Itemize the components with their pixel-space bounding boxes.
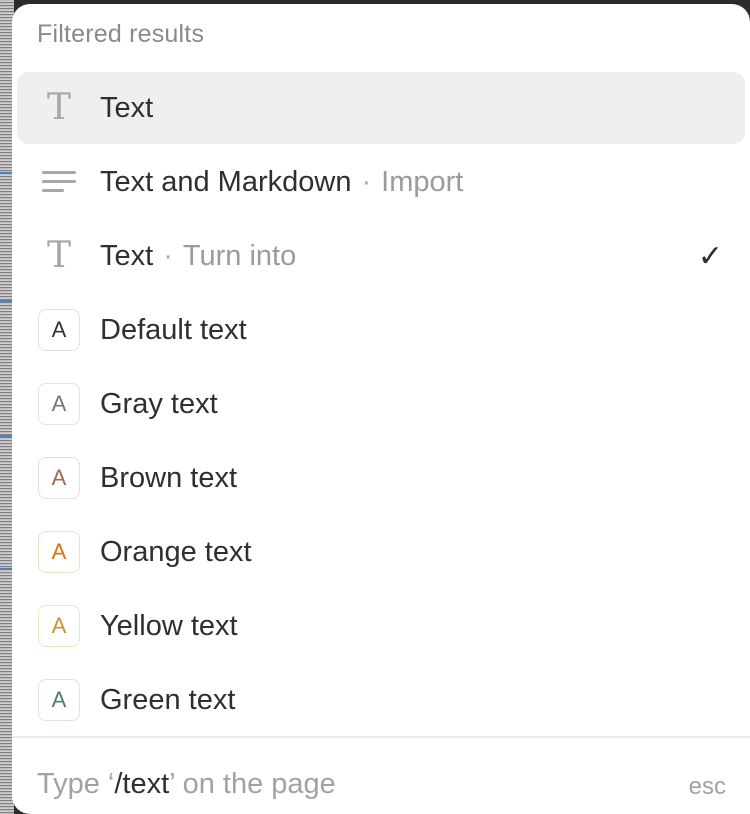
menu-item-sublabel: Turn into (182, 239, 297, 272)
separator-dot: · (163, 239, 173, 272)
menu-item-label: Orange text (100, 535, 252, 568)
letter-a-icon: A (38, 457, 80, 499)
letter-a-icon: A (38, 383, 80, 425)
menu-item-sublabel: Import (381, 165, 464, 198)
menu-item-label: Brown text (100, 461, 237, 494)
esc-hint[interactable]: esc (689, 773, 726, 801)
letter-a-icon: A (38, 605, 80, 647)
footer-command: /text (114, 768, 170, 800)
letter-a-icon: A (38, 679, 80, 721)
menu-item-label: Text and Markdown (100, 165, 352, 198)
text-type-icon: T (46, 235, 71, 276)
menu-item-green-text[interactable]: A Green text (17, 664, 745, 736)
menu-item-text-and-markdown[interactable]: Text and Markdown · Import (17, 146, 745, 218)
footer-hint: Type ‘/text’ on the page (37, 768, 336, 800)
menu-item-brown-text[interactable]: A Brown text (17, 442, 745, 514)
checkmark-icon: ✓ (697, 239, 723, 273)
lines-icon (37, 160, 81, 204)
menu-item-text[interactable]: T Text (17, 72, 745, 144)
menu-item-label: Yellow text (100, 609, 238, 642)
section-title: Filtered results (37, 20, 205, 48)
menu-item-turn-into-text[interactable]: T Text · Turn into ✓ (17, 220, 745, 292)
letter-a-icon: A (38, 531, 80, 573)
menu-footer: Type ‘/text’ on the page esc (12, 736, 750, 814)
separator-dot: · (361, 165, 372, 198)
menu-item-orange-text[interactable]: A Orange text (17, 516, 745, 588)
menu-item-gray-text[interactable]: A Gray text (17, 368, 745, 440)
menu-item-yellow-text[interactable]: A Yellow text (17, 590, 745, 662)
menu-item-default-text[interactable]: A Default text (17, 294, 745, 366)
menu-item-label: Gray text (100, 387, 218, 420)
menu-item-label: Default text (100, 313, 247, 346)
text-type-icon: T (46, 87, 71, 128)
menu-item-label: Text (100, 239, 154, 272)
slash-command-menu: Filtered results T Text Text and Markdow… (12, 4, 750, 814)
menu-item-label: Green text (100, 683, 236, 716)
letter-a-icon: A (38, 309, 80, 351)
menu-item-label: Text (100, 91, 154, 124)
